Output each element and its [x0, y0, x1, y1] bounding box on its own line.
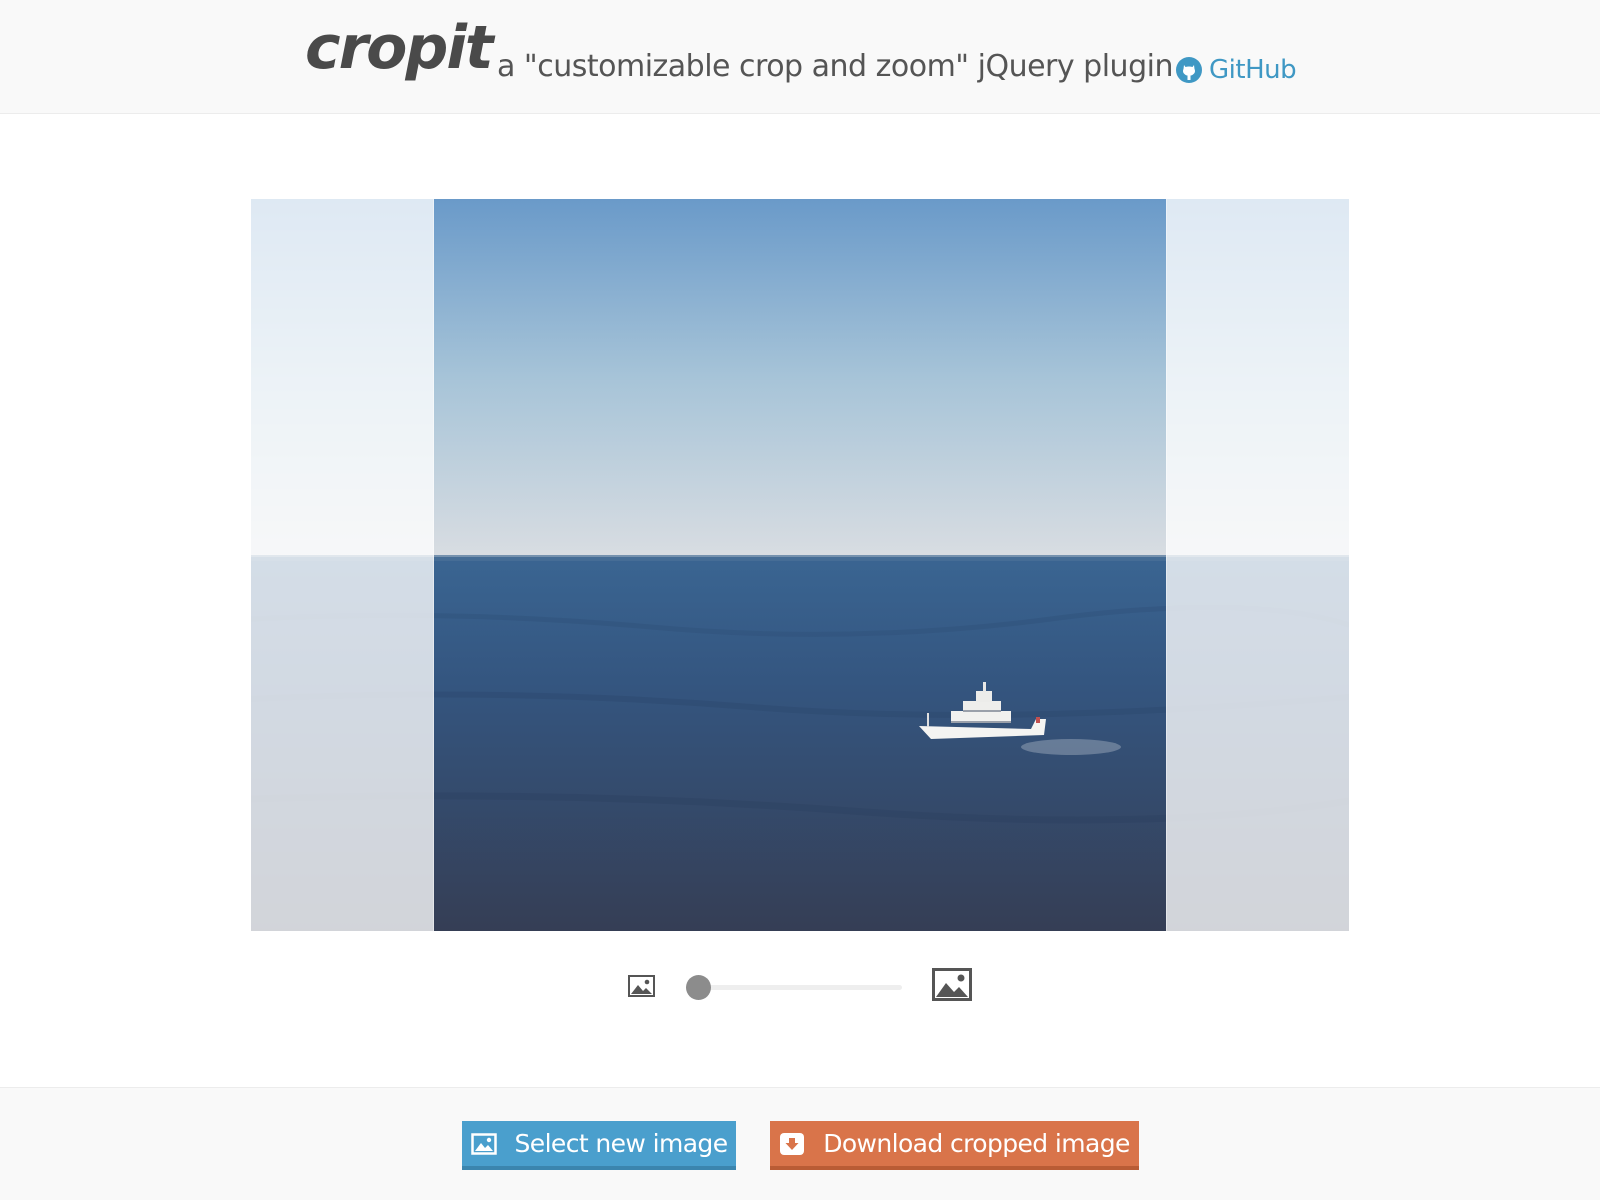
select-new-image-label: Select new image	[514, 1129, 729, 1158]
download-cropped-image-label: Download cropped image	[823, 1129, 1130, 1158]
tagline: a "customizable crop and zoom" jQuery pl…	[497, 49, 1173, 84]
logo: cropit	[305, 13, 494, 83]
image-large-icon	[932, 968, 972, 1001]
github-icon	[1176, 57, 1202, 83]
download-cropped-image-button[interactable]: Download cropped image	[770, 1121, 1139, 1170]
zoom-slider-thumb[interactable]	[686, 975, 711, 1000]
download-icon	[780, 1132, 805, 1155]
select-new-image-button[interactable]: Select new image	[462, 1121, 736, 1170]
image-icon	[470, 1132, 497, 1155]
crop-window[interactable]	[433, 199, 1167, 931]
crop-overlay-left	[251, 199, 434, 931]
zoom-slider-track[interactable]	[686, 985, 902, 990]
image-cropper[interactable]	[251, 199, 1349, 931]
github-label: GitHub	[1209, 55, 1297, 85]
zoom-slider[interactable]	[686, 974, 902, 1000]
image-small-icon	[628, 975, 655, 997]
crop-overlay-right	[1166, 199, 1349, 931]
github-link[interactable]: GitHub	[1175, 55, 1297, 85]
header: cropit a "customizable crop and zoom" jQ…	[0, 0, 1600, 114]
